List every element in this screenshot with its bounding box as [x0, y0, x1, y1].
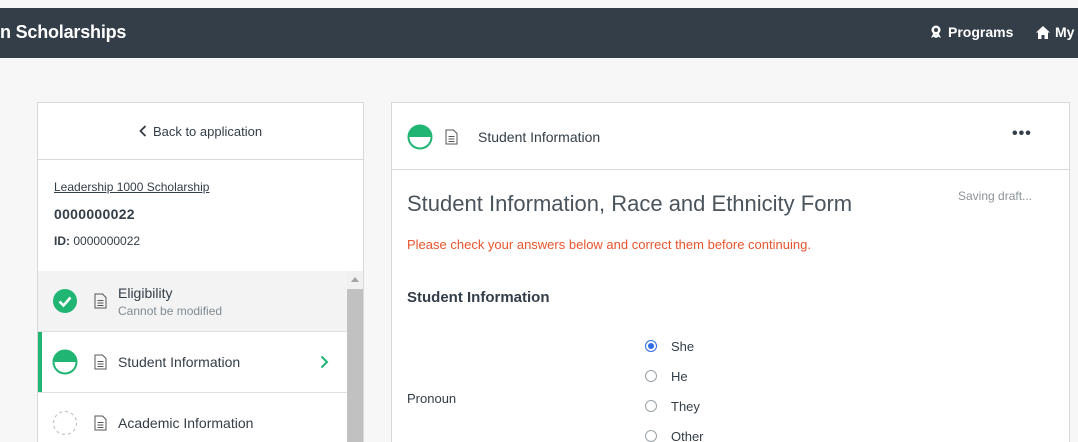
application-id: ID: 0000000022	[54, 234, 363, 248]
home-icon	[1036, 25, 1050, 39]
step-eligibility-text: Eligibility Cannot be modified	[118, 285, 222, 318]
section-title: Student Information	[407, 289, 550, 306]
step-list: Eligibility Cannot be modified Student I…	[38, 271, 347, 442]
application-id-label: ID:	[54, 234, 70, 248]
panel-title: Student Information	[478, 129, 601, 145]
half-complete-icon	[52, 349, 78, 375]
step-subtitle: Cannot be modified	[118, 303, 223, 318]
radio-button[interactable]	[645, 370, 657, 382]
error-message: Please check your answers below and corr…	[407, 237, 811, 252]
radio-label: She	[671, 338, 695, 354]
radio-button[interactable]	[645, 340, 657, 352]
radio-label: Other	[671, 428, 704, 442]
pronoun-label: Pronoun	[407, 391, 457, 406]
document-icon	[94, 354, 107, 370]
pronoun-option-they[interactable]: They	[645, 391, 704, 421]
step-academic-information-text: Academic Information	[118, 415, 253, 431]
application-info: Leadership 1000 Scholarship 0000000022 I…	[38, 160, 363, 270]
award-icon	[931, 25, 941, 38]
pronoun-option-she[interactable]: She	[645, 331, 704, 361]
nav-programs-label: Programs	[948, 24, 1014, 40]
form-panel-header: Student Information •••	[392, 103, 1069, 170]
step-title: Student Information	[118, 354, 241, 370]
pronoun-radio-group: She He They Other	[645, 331, 704, 442]
chevron-left-icon	[139, 125, 147, 137]
form-title: Student Information, Race and Ethnicity …	[407, 191, 853, 216]
application-name-link[interactable]: Leadership 1000 Scholarship	[54, 180, 363, 194]
save-status: Saving draft...	[958, 189, 1033, 203]
document-icon	[94, 293, 107, 309]
application-id-value: 0000000022	[73, 234, 141, 248]
step-title: Academic Information	[118, 415, 254, 431]
step-academic-information[interactable]: Academic Information	[38, 393, 347, 442]
top-nav-bar: n Scholarships Programs My	[0, 8, 1078, 58]
nav-my-label: My	[1055, 24, 1075, 40]
step-student-information[interactable]: Student Information	[38, 332, 347, 393]
application-number: 0000000022	[54, 206, 135, 222]
pronoun-option-other[interactable]: Other	[645, 421, 704, 442]
radio-button[interactable]	[645, 430, 657, 442]
back-to-application-link[interactable]: Back to application	[38, 103, 363, 160]
back-link-label: Back to application	[152, 123, 263, 139]
document-icon	[445, 129, 458, 145]
scroll-up-arrow-icon[interactable]	[351, 277, 359, 282]
nav-programs-link[interactable]: Programs	[928, 24, 1013, 40]
radio-label: They	[671, 398, 700, 414]
scrollbar-thumb[interactable]	[347, 289, 363, 442]
step-title: Eligibility	[118, 284, 173, 301]
radio-button[interactable]	[645, 400, 657, 412]
brand-title[interactable]: n Scholarships	[0, 22, 126, 43]
sidebar-scrollbar[interactable]	[347, 271, 363, 442]
more-options-button[interactable]: •••	[1012, 125, 1032, 143]
step-student-information-text: Student Information	[118, 354, 240, 370]
pronoun-option-he[interactable]: He	[645, 361, 704, 391]
application-sidebar: Back to application Leadership 1000 Scho…	[37, 102, 364, 442]
form-panel: Student Information ••• Student Informat…	[391, 102, 1070, 442]
chevron-right-icon	[320, 355, 329, 369]
half-complete-icon	[407, 124, 433, 150]
complete-check-icon	[53, 289, 77, 313]
document-icon	[94, 415, 107, 431]
radio-label: He	[671, 368, 688, 384]
not-started-icon	[52, 410, 78, 436]
step-eligibility[interactable]: Eligibility Cannot be modified	[38, 271, 347, 332]
nav-my-account-link[interactable]: My	[1035, 24, 1074, 40]
